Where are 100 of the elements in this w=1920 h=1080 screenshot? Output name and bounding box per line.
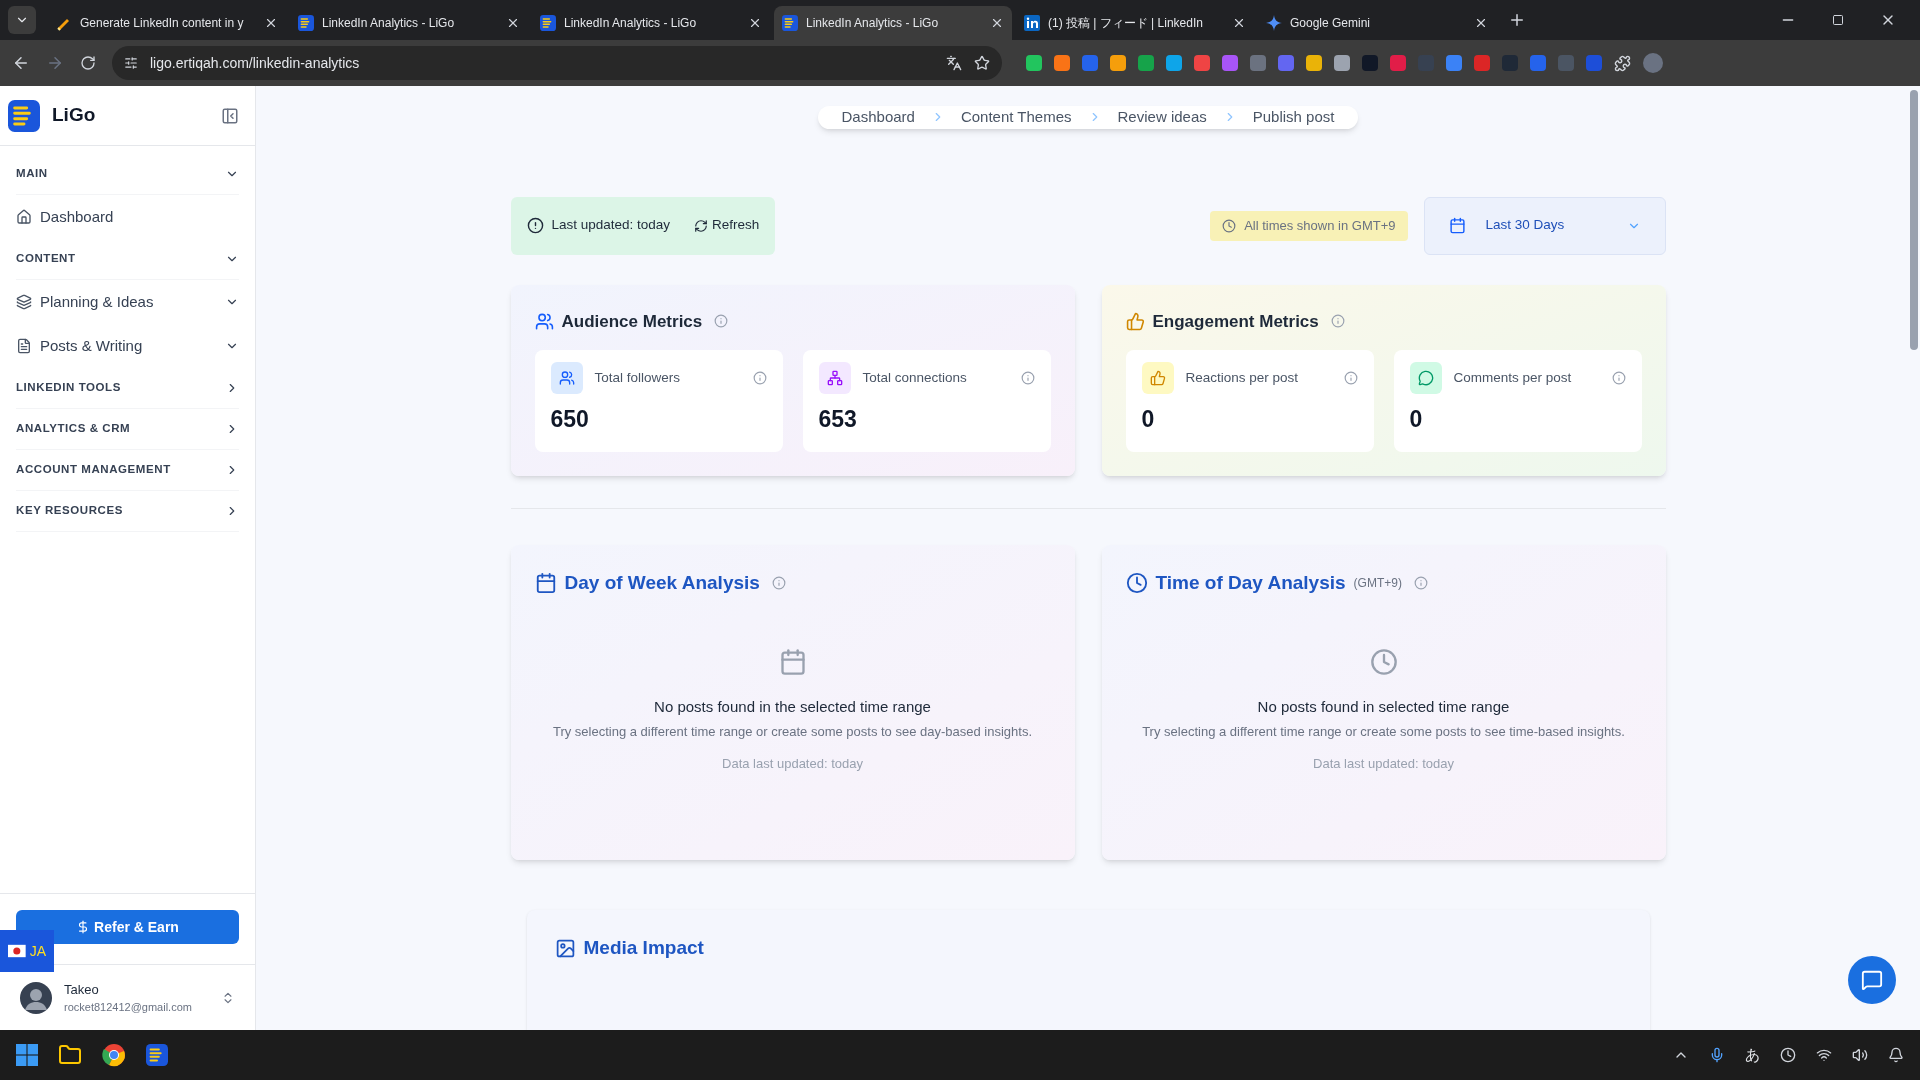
info-icon[interactable] [1343,371,1358,385]
browser-tab[interactable]: Google Gemini [1258,6,1496,40]
volume-icon[interactable] [1852,1047,1868,1063]
calendar-icon [778,647,807,676]
nav-section-header[interactable]: LINKEDIN TOOLS [16,368,239,409]
extension-icon[interactable] [1474,55,1490,71]
extension-icon[interactable] [1390,55,1406,71]
close-icon[interactable] [990,16,1004,30]
metric-label: Total connections [862,368,968,387]
timezone-badge: All times shown in GMT+9 [1210,210,1408,241]
forward-icon[interactable] [46,54,64,72]
info-icon[interactable] [714,314,729,329]
translate-icon[interactable] [946,55,962,71]
extensions-icon[interactable] [1614,54,1631,72]
thumbs-up-icon [1125,311,1145,331]
site-info-icon[interactable] [124,56,138,70]
browser-tab[interactable]: Generate LinkedIn content in y [48,6,286,40]
url-text: ligo.ertiqah.com/linkedin-analytics [150,53,360,73]
extension-icon[interactable] [1446,55,1462,71]
file-explorer-icon[interactable] [58,1043,82,1067]
metric-value: 653 [818,405,858,434]
extension-icon[interactable] [1110,55,1126,71]
browser-tab[interactable]: LinkedIn Analytics - LiGo [774,6,1012,40]
home-icon [16,209,32,225]
language-badge[interactable]: JA [0,930,54,972]
refresh-icon [694,218,709,233]
close-icon[interactable] [264,16,278,30]
address-bar[interactable]: ligo.ertiqah.com/linkedin-analytics [112,46,1002,80]
extension-icon[interactable] [1530,55,1546,71]
thumbs-up-icon [1141,362,1174,394]
metric-value: 0 [1409,405,1424,434]
bookmark-icon[interactable] [974,55,990,71]
extension-icon[interactable] [1250,55,1266,71]
breadcrumb-link[interactable]: Review ideas [1117,106,1207,129]
browser-icon[interactable] [102,1043,126,1067]
breadcrumb-link[interactable]: Publish post [1252,106,1335,129]
extension-icon[interactable] [1166,55,1182,71]
nav-section-header[interactable]: MAIN [16,154,239,195]
close-icon[interactable] [1474,16,1488,30]
nav-section-header[interactable]: CONTENT [16,239,239,280]
wifi-icon[interactable] [1816,1047,1832,1063]
extension-icon[interactable] [1082,55,1098,71]
back-icon[interactable] [12,54,30,72]
metric-value: 650 [550,405,590,434]
browser-tab[interactable]: LinkedIn Analytics - LiGo [532,6,770,40]
microphone-icon[interactable] [1709,1047,1725,1063]
collapse-sidebar-icon[interactable] [221,106,239,125]
extension-icon[interactable] [1054,55,1070,71]
extension-icon[interactable] [1194,55,1210,71]
info-icon[interactable] [1413,576,1428,591]
extension-icon[interactable] [1334,55,1350,71]
metric-value: 0 [1141,405,1156,434]
ligo-logo-icon [8,99,40,132]
info-icon[interactable] [1611,371,1626,385]
clock-icon [1222,218,1237,233]
extension-icon[interactable] [1138,55,1154,71]
nav-item[interactable]: Dashboard [16,195,239,239]
close-icon[interactable] [748,16,762,30]
app-icon [146,1044,168,1066]
info-icon[interactable] [771,576,786,591]
metric-label: Total followers [594,368,682,387]
close-icon[interactable] [1232,16,1246,30]
extension-icon[interactable] [1222,55,1238,71]
breadcrumb-link[interactable]: Dashboard [841,106,915,129]
refer-and-earn-button[interactable]: Refer & Earn [16,910,239,944]
card-title: Audience Metrics [561,310,703,333]
nav-section-header[interactable]: ANALYTICS & CRM [16,409,239,450]
profile-avatar-icon[interactable] [1643,53,1663,73]
breadcrumb-link[interactable]: Content Themes [960,106,1072,129]
close-icon[interactable] [506,16,520,30]
info-icon[interactable] [1020,371,1035,385]
new-tab-icon[interactable] [1508,11,1526,29]
chat-button[interactable] [1848,956,1896,1004]
extension-icon[interactable] [1306,55,1322,71]
refresh-button[interactable]: Refresh [694,215,760,236]
tab-list-button[interactable] [8,6,36,34]
maximize-icon[interactable] [1832,14,1844,26]
info-icon[interactable] [1330,314,1345,329]
calendar-icon [1448,217,1466,234]
extension-icon[interactable] [1026,55,1042,71]
nav-item[interactable]: Planning & Ideas [16,280,239,324]
nav-item[interactable]: Posts & Writing [16,324,239,368]
nav-section-header[interactable]: ACCOUNT MANAGEMENT [16,450,239,491]
tab-title: Generate LinkedIn content in y [80,15,245,32]
windows-start-icon[interactable] [16,1044,38,1066]
extension-icon[interactable] [1278,55,1294,71]
last-updated-text: Last updated: today [526,215,671,236]
notifications-icon[interactable] [1888,1047,1904,1063]
date-range-dropdown[interactable]: Last 30 Days [1423,196,1666,255]
extension-icon[interactable] [1586,55,1602,71]
ime-indicator[interactable]: あ [1745,1043,1760,1067]
card-title: Time of Day Analysis [1155,571,1346,595]
reload-icon[interactable] [80,55,96,71]
browser-tab[interactable]: (1) 投稿 | フィード | LinkedIn [1016,6,1254,40]
info-icon[interactable] [752,371,767,385]
clock-icon[interactable] [1780,1047,1796,1063]
calendar-icon [534,572,557,595]
nav-section-header[interactable]: KEY RESOURCES [16,491,239,532]
browser-tab[interactable]: LinkedIn Analytics - LiGo [290,6,528,40]
metric-label: Reactions per post [1185,368,1300,387]
